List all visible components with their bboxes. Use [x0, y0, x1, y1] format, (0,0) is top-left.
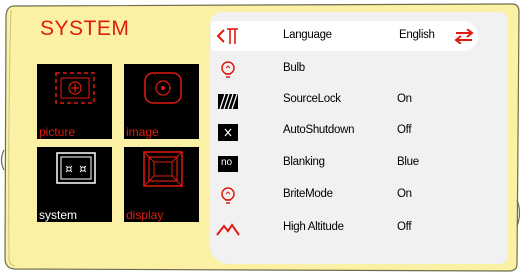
bulb-icon	[221, 61, 235, 78]
menu-item-label: SourceLock	[283, 93, 341, 105]
auto-shutdown-icon	[218, 124, 238, 141]
menu-item-bulb[interactable]: Bulb	[210, 56, 508, 84]
menu-item-value: Off	[397, 124, 412, 136]
menu-item-source-lock[interactable]: SourceLock On	[210, 87, 508, 115]
menu-item-value: On	[397, 93, 412, 105]
svg-text:¤: ¤	[79, 162, 87, 176]
high-altitude-icon	[216, 223, 240, 236]
menu-item-high-altitude[interactable]: High Altitude Off	[210, 215, 508, 243]
tile-caption: picture	[39, 125, 76, 139]
brite-mode-icon	[221, 187, 235, 204]
menu-item-label: High Altitude	[283, 221, 344, 233]
menu-item-label: Language	[283, 29, 332, 41]
menu-item-value: On	[397, 188, 412, 200]
osd-menu-frame: SYSTEM picture image ¤ ¤ system display …	[0, 0, 522, 275]
menu-item-blanking[interactable]: no Blanking Blue	[210, 150, 508, 178]
menu-item-value: Off	[397, 221, 412, 233]
source-lock-icon	[218, 93, 238, 110]
menu-item-value: Blue	[397, 156, 419, 168]
swap-arrows-icon[interactable]	[454, 29, 474, 44]
menu-item-brite-mode[interactable]: BriteMode On	[210, 182, 508, 210]
menu-item-auto-shutdown[interactable]: AutoShutdown Off	[210, 118, 508, 146]
tile-caption: system	[39, 208, 78, 222]
svg-text:¤: ¤	[65, 162, 73, 176]
settings-panel: Language English Bulb SourceLock On Auto…	[210, 12, 508, 264]
language-icon	[216, 28, 238, 44]
tile-caption: image	[126, 125, 159, 139]
menu-item-label: Blanking	[283, 156, 325, 168]
tile-image[interactable]: image	[124, 64, 199, 139]
menu-item-value: English	[399, 29, 435, 41]
menu-item-label: BriteMode	[283, 188, 333, 200]
blanking-icon: no	[218, 156, 238, 172]
page-title: SYSTEM	[40, 17, 130, 40]
tile-caption: display	[126, 208, 164, 222]
tile-picture[interactable]: picture	[37, 64, 112, 139]
tile-system[interactable]: ¤ ¤ system	[37, 147, 112, 222]
menu-item-label: Bulb	[283, 62, 305, 74]
menu-item-label: AutoShutdown	[283, 124, 355, 136]
tile-display[interactable]: display	[124, 147, 199, 222]
blanking-icon-text: no	[221, 157, 233, 168]
menu-item-language[interactable]: Language English	[211, 21, 478, 51]
